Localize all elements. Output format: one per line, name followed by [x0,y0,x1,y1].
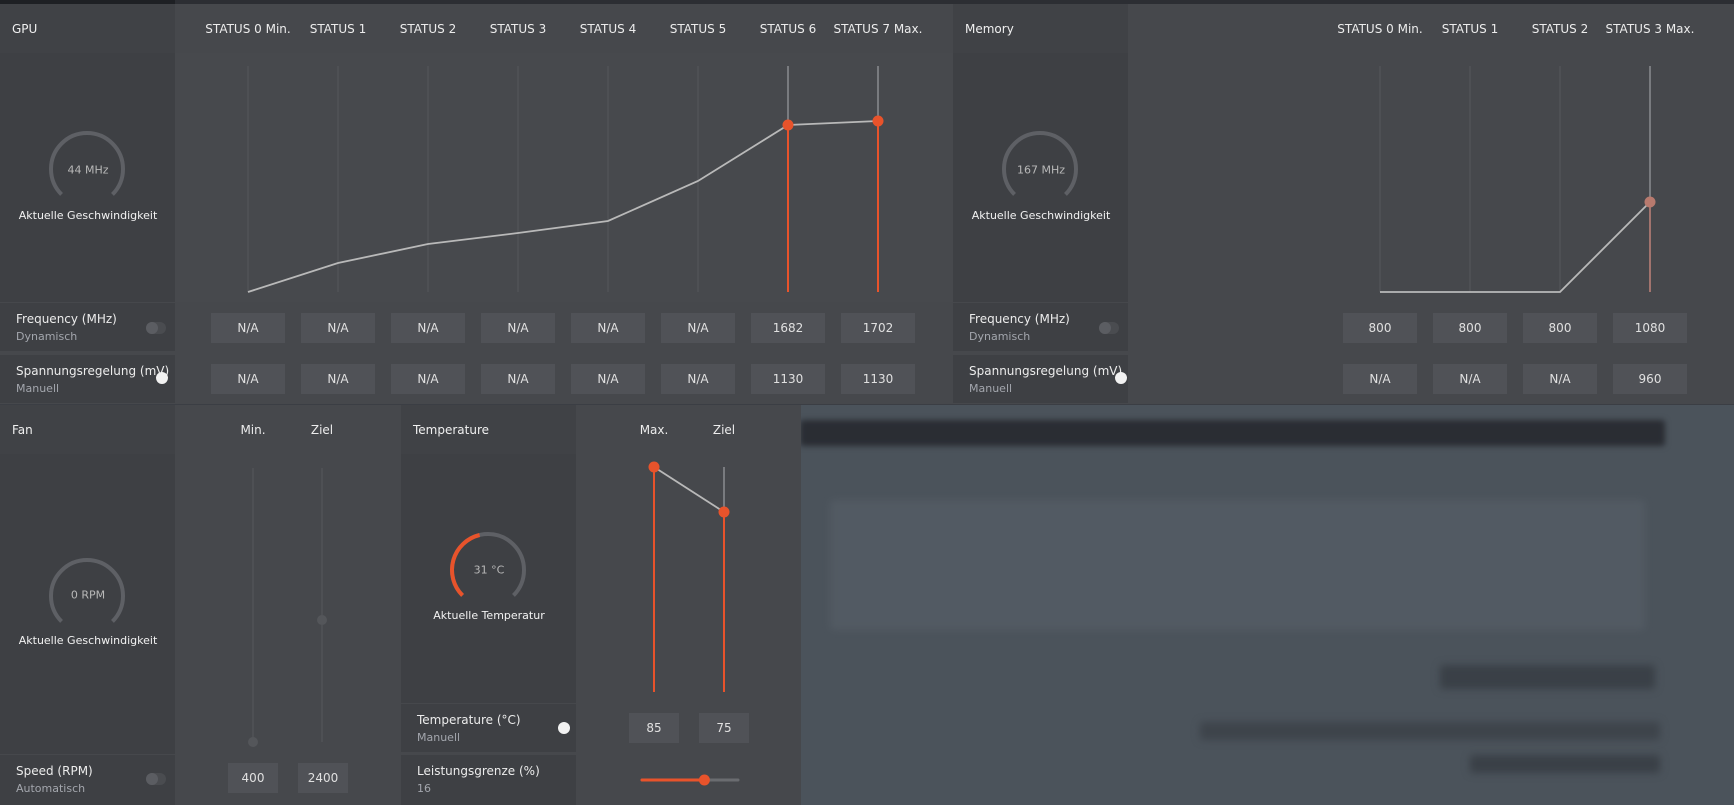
background-status-line [1200,722,1660,740]
power-limit-value: 16 [417,782,431,795]
power-limit-label-cell [401,755,576,805]
temperature-max-value[interactable]: 85 [629,713,679,743]
background-buttons [1440,665,1655,689]
temperature-curve-line [653,466,725,513]
background-status-line-2 [1470,755,1660,773]
temperature-setting-mode: Manuell [417,731,461,744]
memory-curve-line [1380,201,1651,293]
memory-state-point-3[interactable] [1644,196,1656,208]
gpu-frequency-cell-7[interactable]: 1702 [841,313,915,343]
gpu-voltage-cell-7[interactable]: 1130 [841,364,915,394]
background-content [830,500,1645,630]
memory-voltage-toggle[interactable] [1107,372,1127,384]
memory-frequency-cell-2[interactable]: 800 [1523,313,1597,343]
temperature-curve[interactable] [0,0,801,805]
power-limit-slider[interactable] [640,772,740,788]
power-slider-knob[interactable] [698,774,710,786]
temperature-point-0[interactable] [648,461,660,473]
memory-voltage-cell-2[interactable]: N/A [1523,364,1597,394]
memory-frequency-mode: Dynamisch [969,330,1031,343]
memory-frequency-toggle[interactable] [1099,322,1119,334]
memory-voltage-label-cell [953,355,1128,403]
memory-voltage-mode: Manuell [969,382,1013,395]
memory-frequency-cell-3[interactable]: 1080 [1613,313,1687,343]
memory-frequency-cell-1[interactable]: 800 [1433,313,1507,343]
memory-voltage-label: Spannungsregelung (mV) [969,364,1123,378]
memory-frequency-label: Frequency (MHz) [969,312,1070,326]
temperature-target-value[interactable]: 75 [699,713,749,743]
temperature-setting-label: Temperature (°C) [417,713,521,727]
temperature-point-1[interactable] [718,506,730,518]
memory-voltage-cell-0[interactable]: N/A [1343,364,1417,394]
memory-voltage-cell-1[interactable]: N/A [1433,364,1507,394]
power-limit-label: Leistungsgrenze (%) [417,764,540,778]
background-toolbar [800,420,1665,446]
memory-voltage-cell-3[interactable]: 960 [1613,364,1687,394]
memory-frequency-cell-0[interactable]: 800 [1343,313,1417,343]
temperature-setting-toggle[interactable] [550,722,570,734]
